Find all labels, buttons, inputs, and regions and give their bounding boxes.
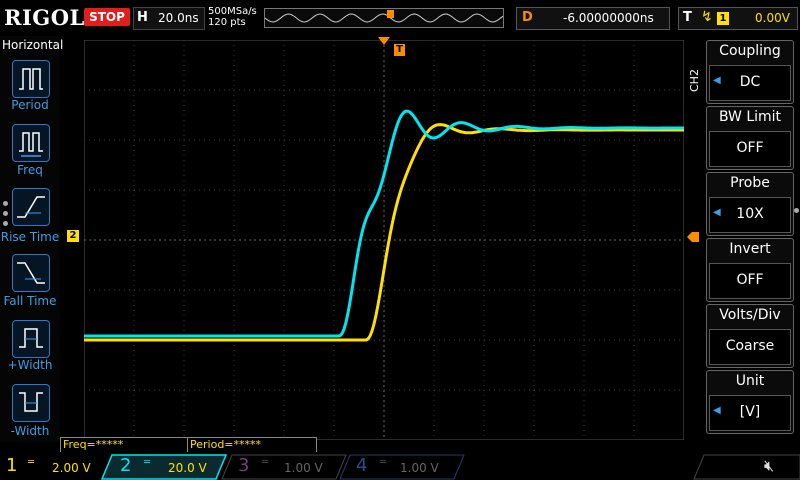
invert-value: OFF	[736, 272, 764, 288]
ch1-status[interactable]: 1 ═ 2.00 V	[4, 455, 104, 478]
ch3-number: 3	[238, 455, 250, 476]
probe-title: Probe	[730, 175, 770, 191]
ch1-number: 1	[6, 455, 18, 476]
trigger-level-value: 0.00V	[755, 11, 790, 25]
bw-limit-title: BW Limit	[718, 109, 782, 125]
trigger-source-badge: 1	[717, 12, 729, 25]
trigger-level-marker[interactable]	[686, 231, 700, 243]
invert-softkey[interactable]: Invert OFF	[706, 238, 794, 302]
horizontal-scale-value: 20.0ns	[158, 11, 199, 25]
rise-time-button[interactable]	[12, 188, 50, 226]
scroll-dot	[3, 221, 8, 226]
rise-time-label: Rise Time	[0, 230, 60, 244]
memory-overview-bar[interactable]	[264, 8, 504, 28]
coupling-value: DC	[739, 74, 761, 90]
delay-box[interactable]: D -6.00000000ns	[516, 7, 670, 30]
volts-div-value: Coarse	[725, 338, 775, 354]
trigger-key: T	[683, 10, 692, 25]
dc-coupling-icon: ═	[262, 457, 269, 468]
run-stop-button[interactable]: STOP	[84, 8, 130, 26]
probe-softkey[interactable]: Probe ◀ 10X	[706, 172, 794, 236]
rising-edge-icon: ↯	[701, 9, 713, 25]
coupling-title: Coupling	[719, 43, 781, 59]
menu-channel-label: CH2	[688, 69, 701, 92]
ch4-number: 4	[356, 455, 368, 476]
plus-width-button[interactable]	[12, 320, 50, 358]
ch4-status[interactable]: 4 ═ 1.00 V	[354, 455, 454, 478]
freq-readout: Freq=*****	[60, 437, 188, 453]
mute-speaker-icon[interactable]: 🔇︎	[764, 456, 774, 476]
horizontal-key: H	[137, 10, 148, 25]
freq-label: Freq	[17, 163, 43, 177]
plus-width-label: +Width	[7, 358, 53, 372]
frequency-icon	[19, 132, 43, 157]
period-label: Period	[11, 98, 49, 112]
volts-div-title: Volts/Div	[719, 307, 781, 323]
ch3-scale: 1.00 V	[284, 461, 323, 475]
dc-coupling-icon: ═	[144, 457, 151, 468]
fall-time-button[interactable]	[12, 254, 50, 292]
period-readout: Period=*****	[187, 437, 317, 453]
scroll-dot	[3, 211, 8, 216]
ch2-status[interactable]: 2 ═ 20.0 V	[118, 455, 218, 478]
minus-width-label: -Width	[10, 424, 50, 438]
volts-div-softkey[interactable]: Volts/Div Coarse	[706, 304, 794, 368]
ch2-number: 2	[120, 455, 132, 476]
freq-measure-button[interactable]	[12, 124, 50, 162]
acquisition-info: 500MSa/s 120 pts	[208, 6, 257, 28]
scroll-dot	[794, 208, 799, 213]
positive-width-icon	[19, 328, 43, 348]
brand-logo: RIGOL	[4, 5, 85, 30]
delay-key: D	[522, 10, 533, 25]
negative-width-icon	[19, 392, 43, 412]
period-icon	[19, 68, 43, 90]
invert-title: Invert	[729, 241, 771, 257]
trigger-box[interactable]: T ↯ 1 0.00V	[678, 7, 798, 30]
unit-value: [V]	[739, 404, 761, 420]
dc-coupling-icon: ═	[28, 457, 35, 468]
fall-time-label: Fall Time	[3, 294, 57, 308]
ch4-scale: 1.00 V	[400, 461, 439, 475]
delay-value: -6.00000000ns	[563, 11, 654, 25]
coupling-softkey[interactable]: Coupling ◀ DC	[706, 40, 794, 104]
trigger-tag: T	[394, 44, 405, 56]
minus-width-button[interactable]	[12, 384, 50, 422]
ch2-scale: 20.0 V	[168, 461, 207, 475]
period-measure-button[interactable]	[12, 60, 50, 98]
memory-waveform-thumbnail	[264, 10, 504, 23]
ch2-offset-marker[interactable]: 2	[67, 230, 79, 242]
probe-value: 10X	[736, 206, 764, 222]
dc-coupling-icon: ═	[380, 457, 387, 468]
unit-softkey[interactable]: Unit ◀ [V]	[706, 370, 794, 434]
ch1-scale: 2.00 V	[52, 461, 91, 475]
waveform-display[interactable]	[84, 40, 684, 440]
left-menu-title: Horizontal	[2, 38, 64, 52]
sample-rate: 500MSa/s	[208, 6, 257, 17]
fall-time-icon	[17, 262, 45, 284]
rise-time-icon	[17, 196, 45, 218]
bw-limit-softkey[interactable]: BW Limit OFF	[706, 106, 794, 170]
bw-limit-value: OFF	[736, 140, 764, 156]
scroll-dot	[3, 201, 8, 206]
ch3-status[interactable]: 3 ═ 1.00 V	[236, 455, 336, 478]
memory-points: 120 pts	[208, 17, 246, 28]
unit-title: Unit	[735, 373, 765, 389]
horizontal-scale-box[interactable]: H 20.0ns	[133, 7, 205, 30]
trigger-position-marker	[378, 37, 390, 45]
